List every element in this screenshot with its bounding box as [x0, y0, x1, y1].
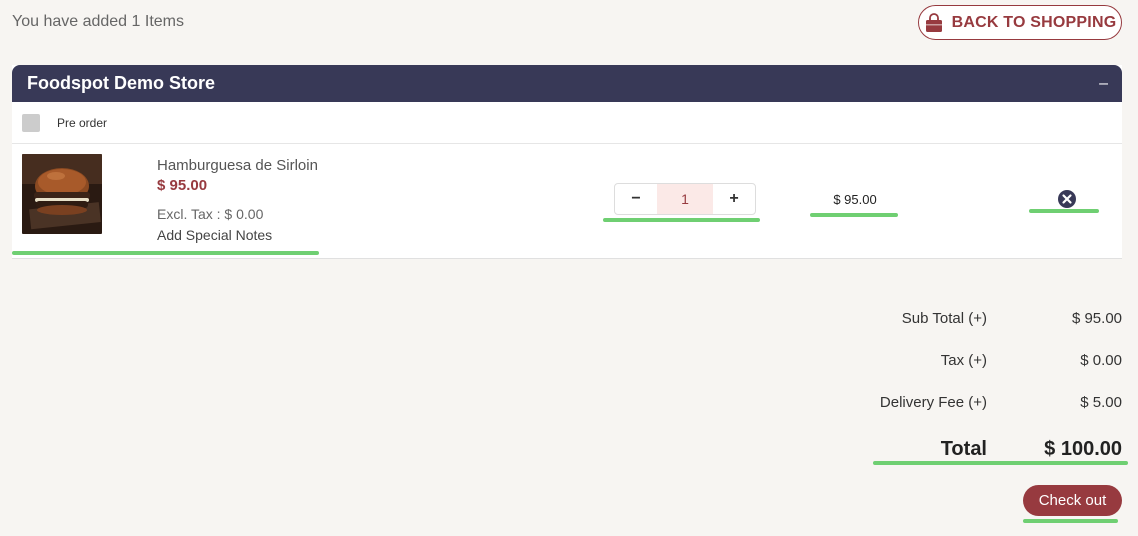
delivery-fee-label: Delivery Fee (+)	[879, 394, 987, 411]
back-to-shopping-button[interactable]: BACK TO SHOPPING	[918, 5, 1122, 40]
highlight-underline	[603, 218, 760, 222]
checkout-button[interactable]: Check out	[1023, 485, 1122, 516]
line-total: $ 95.00	[833, 192, 877, 207]
items-count-text: You have added 1 Items	[12, 13, 184, 30]
subtotal-label: Sub Total (+)	[901, 310, 987, 327]
highlight-underline	[810, 213, 898, 217]
shopping-bag-icon	[924, 12, 944, 33]
subtotal-value: $ 95.00	[1071, 310, 1122, 327]
highlight-underline	[1029, 209, 1099, 213]
item-price: $ 95.00	[157, 177, 208, 194]
total-label: Total	[940, 438, 987, 460]
item-tax: Excl. Tax : $ 0.00	[157, 206, 264, 222]
total-value: $ 100.00	[1044, 438, 1122, 460]
tax-row: Tax (+) $ 0.00	[820, 352, 1122, 369]
quantity-value[interactable]: 1	[657, 184, 713, 214]
burger-image	[22, 154, 102, 234]
pre-order-row: Pre order	[12, 102, 1122, 144]
highlight-underline	[1023, 519, 1118, 523]
store-header: Foodspot Demo Store –	[12, 65, 1122, 102]
item-name: Hamburguesa de Sirloin	[157, 157, 318, 174]
total-row: Total $ 100.00	[820, 438, 1122, 461]
quantity-stepper: − 1 +	[614, 183, 756, 215]
highlight-underline	[873, 461, 1128, 465]
subtotal-row: Sub Total (+) $ 95.00	[820, 310, 1122, 327]
delivery-fee-value: $ 5.00	[1080, 394, 1122, 411]
tax-value: $ 0.00	[1080, 352, 1122, 369]
store-cart-card: Foodspot Demo Store – Pre order Hamburgu…	[12, 65, 1122, 259]
collapse-icon[interactable]: –	[1099, 75, 1108, 92]
back-to-shopping-label: BACK TO SHOPPING	[951, 13, 1117, 31]
tax-label: Tax (+)	[940, 352, 987, 369]
cart-page: You have added 1 Items BACK TO SHOPPING …	[0, 0, 1138, 536]
decrease-quantity-button[interactable]: −	[615, 184, 657, 214]
cart-item-row: Hamburguesa de Sirloin $ 95.00 Excl. Tax…	[12, 144, 1122, 259]
highlight-underline	[12, 251, 319, 255]
store-name: Foodspot Demo Store	[27, 73, 215, 93]
pre-order-checkbox[interactable]	[22, 113, 40, 132]
pre-order-label: Pre order	[57, 115, 108, 130]
delivery-fee-row: Delivery Fee (+) $ 5.00	[820, 394, 1122, 411]
increase-quantity-button[interactable]: +	[713, 184, 755, 214]
add-special-notes-link[interactable]: Add Special Notes	[157, 227, 272, 243]
